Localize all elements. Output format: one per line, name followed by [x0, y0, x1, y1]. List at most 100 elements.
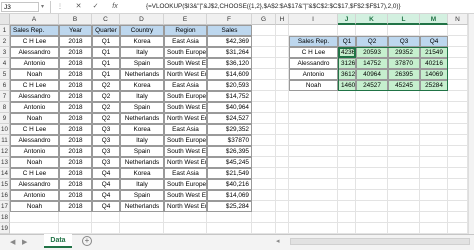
grid-cell[interactable]: [356, 113, 388, 124]
row-header-2[interactable]: 2: [0, 36, 10, 47]
row-header-4[interactable]: 4: [0, 58, 10, 69]
grid-cell[interactable]: [448, 91, 468, 102]
table-cell[interactable]: $14,609: [207, 69, 252, 80]
table-cell[interactable]: Netherlands: [120, 157, 164, 168]
table-cell[interactable]: $31,264: [207, 47, 252, 58]
grid-cell[interactable]: [420, 91, 448, 102]
table-cell[interactable]: Spain: [120, 58, 164, 69]
table-cell[interactable]: Q4: [92, 201, 120, 212]
table-cell[interactable]: Q3: [92, 124, 120, 135]
table-cell[interactable]: South Europe: [164, 47, 207, 58]
grid-cell[interactable]: [338, 113, 356, 124]
table-cell[interactable]: Spain: [120, 146, 164, 157]
grid-cell[interactable]: [289, 223, 338, 234]
column-header-i[interactable]: I: [289, 14, 338, 25]
grid-cell[interactable]: [120, 223, 164, 234]
grid-cell[interactable]: [252, 102, 276, 113]
table-cell[interactable]: 2018: [59, 47, 92, 58]
table-cell[interactable]: $26,395: [207, 146, 252, 157]
table-cell[interactable]: East Asia: [164, 80, 207, 91]
table-cell[interactable]: Korea: [120, 80, 164, 91]
grid-cell[interactable]: [448, 102, 468, 113]
grid-cell[interactable]: [338, 91, 356, 102]
grid-cell[interactable]: [388, 25, 420, 36]
grid-cell[interactable]: [289, 212, 338, 223]
table-cell[interactable]: Q3: [92, 146, 120, 157]
add-sheet-button[interactable]: +: [82, 236, 92, 246]
grid-cell[interactable]: [252, 146, 276, 157]
grid-cell[interactable]: [289, 146, 338, 157]
grid-cell[interactable]: [92, 212, 120, 223]
table-cell[interactable]: C H Lee: [10, 124, 59, 135]
grid-cell[interactable]: [356, 157, 388, 168]
table-cell[interactable]: $14,069: [207, 190, 252, 201]
grid-cell[interactable]: [252, 168, 276, 179]
table-cell[interactable]: North West Europe: [164, 113, 207, 124]
grid-cell[interactable]: [338, 146, 356, 157]
table-cell[interactable]: 2018: [59, 168, 92, 179]
table-cell[interactable]: Q4: [92, 190, 120, 201]
column-header-e[interactable]: E: [164, 14, 207, 25]
grid-cell[interactable]: [207, 212, 252, 223]
grid-cell[interactable]: [120, 212, 164, 223]
grid-cell[interactable]: [448, 113, 468, 124]
table-cell[interactable]: 2018: [59, 190, 92, 201]
grid-cell[interactable]: [356, 190, 388, 201]
table-cell[interactable]: Q1: [92, 36, 120, 47]
scroll-left-icon[interactable]: ◂: [276, 237, 280, 245]
grid-cell[interactable]: [388, 223, 420, 234]
vertical-scrollbar[interactable]: [468, 14, 474, 234]
table-cell[interactable]: $45,245: [207, 157, 252, 168]
row-header-1[interactable]: 1: [0, 25, 10, 36]
column-header-m[interactable]: M: [420, 14, 448, 25]
table-cell[interactable]: C H Lee: [10, 80, 59, 91]
table-cell[interactable]: South Europe: [164, 135, 207, 146]
grid-cell[interactable]: [448, 124, 468, 135]
row-header-7[interactable]: 7: [0, 91, 10, 102]
table-cell[interactable]: Noah: [10, 157, 59, 168]
column-header-l[interactable]: L: [388, 14, 420, 25]
grid-cell[interactable]: [448, 157, 468, 168]
row-header-17[interactable]: 17: [0, 201, 10, 212]
enter-icon[interactable]: ✓: [91, 2, 100, 12]
grid-cell[interactable]: [252, 179, 276, 190]
name-box[interactable]: J3: [1, 2, 39, 12]
grid-cell[interactable]: [420, 201, 448, 212]
row-header-13[interactable]: 13: [0, 157, 10, 168]
table-cell[interactable]: Alessandro: [10, 179, 59, 190]
table-cell[interactable]: Q2: [92, 80, 120, 91]
grid-cell[interactable]: [252, 113, 276, 124]
table-cell[interactable]: $42,369: [207, 36, 252, 47]
column-header-d[interactable]: D: [120, 14, 164, 25]
grid-cell[interactable]: [338, 25, 356, 36]
grid-cell[interactable]: [338, 179, 356, 190]
grid-cell[interactable]: [388, 124, 420, 135]
grid-cell[interactable]: [388, 135, 420, 146]
grid-cell[interactable]: [420, 168, 448, 179]
table-cell[interactable]: $40,964: [207, 102, 252, 113]
table-cell[interactable]: 2018: [59, 69, 92, 80]
grid-cell[interactable]: [448, 69, 468, 80]
grid-cell[interactable]: [276, 80, 289, 91]
table-cell[interactable]: $36,120: [207, 58, 252, 69]
table-cell[interactable]: South West Europe: [164, 58, 207, 69]
table-cell[interactable]: $37870: [207, 135, 252, 146]
table-cell[interactable]: $25,284: [207, 201, 252, 212]
grid-cell[interactable]: [252, 223, 276, 234]
table-cell[interactable]: Korea: [120, 124, 164, 135]
grid-cell[interactable]: [338, 157, 356, 168]
grid-cell[interactable]: [356, 201, 388, 212]
column-header-j[interactable]: J: [338, 14, 356, 25]
grid-cell[interactable]: [356, 124, 388, 135]
grid-cell[interactable]: [448, 223, 468, 234]
grid-cell[interactable]: [289, 124, 338, 135]
table-cell[interactable]: Alessandro: [10, 47, 59, 58]
table-cell[interactable]: Alessandro: [10, 135, 59, 146]
table-cell[interactable]: Q4: [92, 179, 120, 190]
table-header-cell[interactable]: Year: [59, 25, 92, 36]
table-cell[interactable]: North West Europe: [164, 201, 207, 212]
table-cell[interactable]: South West Europe: [164, 190, 207, 201]
table-cell[interactable]: Q2: [92, 102, 120, 113]
grid-cell[interactable]: [420, 157, 448, 168]
row-header-11[interactable]: 11: [0, 135, 10, 146]
